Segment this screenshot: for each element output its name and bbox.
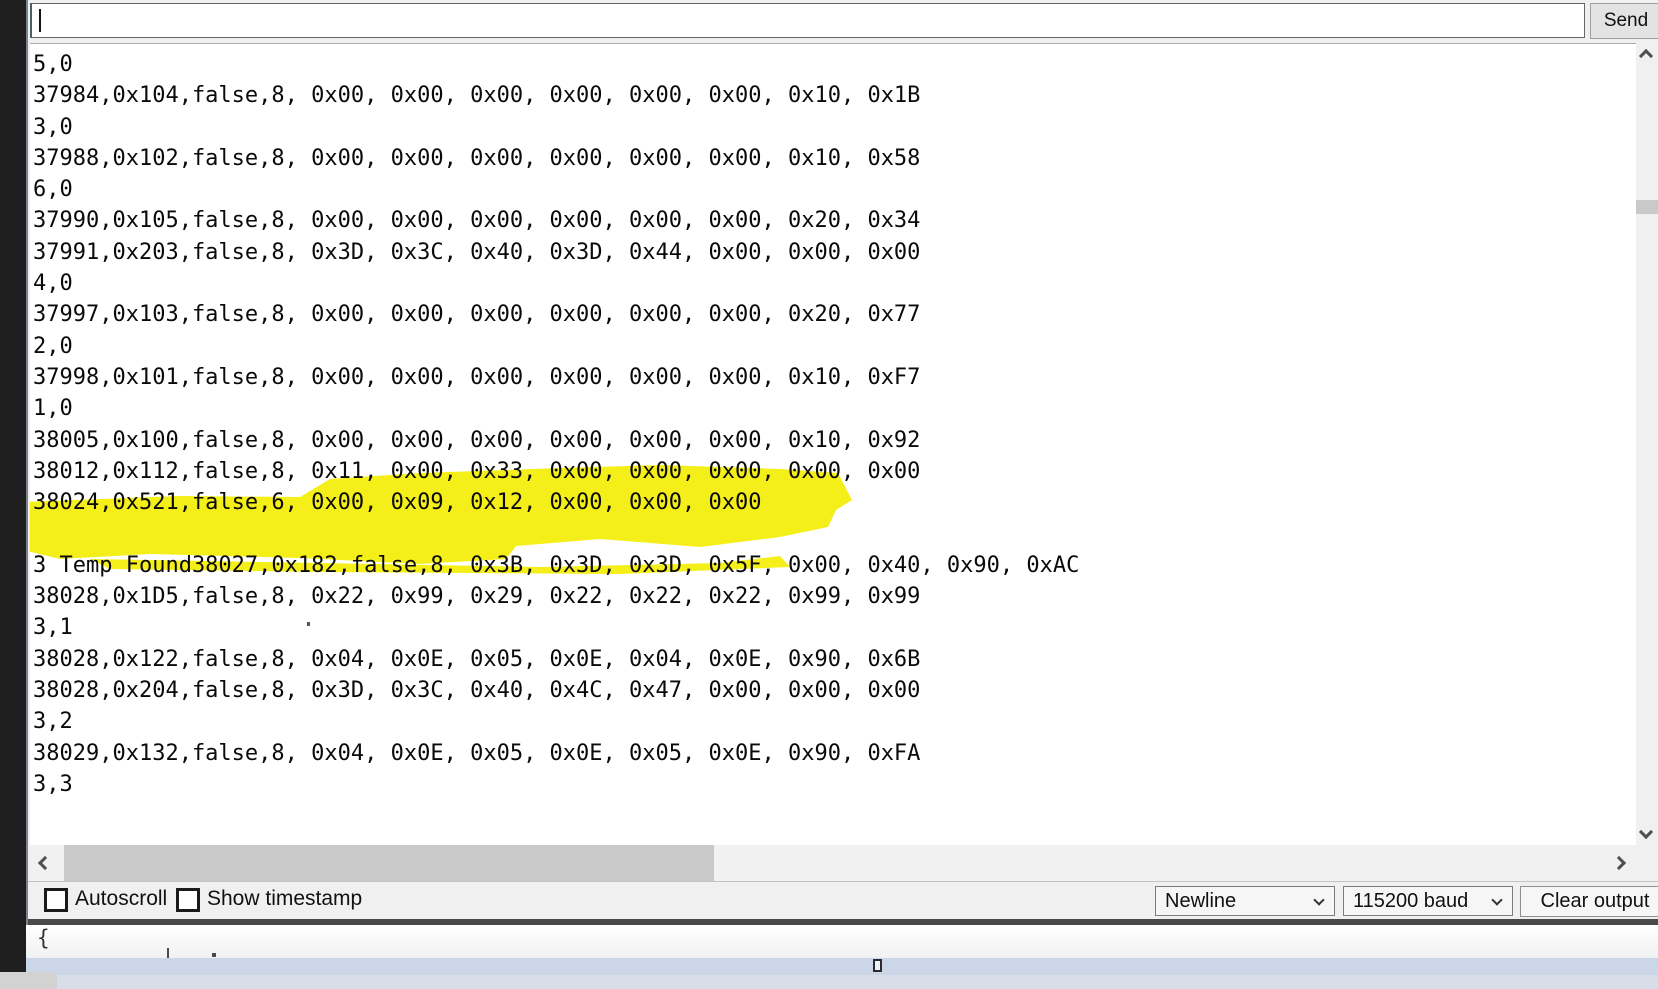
output-line: 38028,0x204,false,8, 0x3D, 0x3C, 0x40, 0… (33, 675, 1638, 706)
serial-monitor-window: Send 5,037984,0x104,false,8, 0x00, 0x00,… (26, 0, 1658, 925)
clear-output-button[interactable]: Clear output (1520, 886, 1658, 917)
autoscroll-checkbox[interactable] (44, 888, 68, 912)
options-bar: Autoscroll Show timestamp Newline 115200… (28, 881, 1658, 919)
output-line: 3,3 (33, 769, 1638, 800)
cursor-artifact (873, 959, 882, 972)
baud-rate-dropdown[interactable]: 115200 baud (1343, 886, 1513, 916)
send-row: Send (28, 0, 1658, 43)
code-editor-peek: { (26, 925, 1658, 958)
scroll-down-icon[interactable] (1639, 825, 1653, 839)
output-line: 38012,0x112,false,8, 0x11, 0x00, 0x33, 0… (33, 456, 1638, 487)
output-line: 38005,0x100,false,8, 0x00, 0x00, 0x00, 0… (33, 425, 1638, 456)
taskbar-strip-lower (57, 975, 1658, 989)
output-line: 37997,0x103,false,8, 0x00, 0x00, 0x00, 0… (33, 299, 1638, 330)
scroll-up-icon[interactable] (1639, 49, 1653, 63)
output-line: 3 Temp Found38027,0x182,false,8, 0x3B, 0… (33, 550, 1638, 581)
screen: Send 5,037984,0x104,false,8, 0x00, 0x00,… (0, 0, 1658, 989)
dot-artifact (307, 622, 310, 626)
output-line: 6,0 (33, 174, 1638, 205)
serial-output-lines: 5,037984,0x104,false,8, 0x00, 0x00, 0x00… (30, 44, 1638, 800)
output-line: 3,2 (33, 706, 1638, 737)
output-line (33, 518, 1638, 549)
scroll-right-icon[interactable] (1612, 856, 1626, 870)
taskbar-strip-upper (26, 958, 1658, 975)
output-line: 37991,0x203,false,8, 0x3D, 0x3C, 0x40, 0… (33, 237, 1638, 268)
editor-code-fragment: { (37, 926, 50, 950)
output-line: 38028,0x122,false,8, 0x04, 0x0E, 0x05, 0… (33, 644, 1638, 675)
horizontal-scrollbar[interactable] (30, 845, 1638, 881)
serial-send-input[interactable] (30, 3, 1585, 38)
serial-output-area[interactable]: 5,037984,0x104,false,8, 0x00, 0x00, 0x00… (30, 43, 1638, 845)
output-line: 5,0 (33, 49, 1638, 80)
output-line: 4,0 (33, 268, 1638, 299)
autoscroll-label: Autoscroll (75, 887, 167, 911)
ide-background-strip (0, 0, 26, 972)
output-line: 37988,0x102,false,8, 0x00, 0x00, 0x00, 0… (33, 143, 1638, 174)
vertical-scrollbar-thumb[interactable] (1636, 200, 1658, 214)
show-timestamp-checkbox[interactable] (176, 888, 200, 912)
output-line: 3,0 (33, 112, 1638, 143)
output-line-highlighted: 38024,0x521,false,6, 0x00, 0x09, 0x12, 0… (33, 487, 1638, 518)
clipped-glyph-artifact (212, 953, 216, 957)
output-line: 3,1 (33, 612, 1638, 643)
line-ending-value: Newline (1165, 890, 1236, 912)
bottom-left-corner (0, 972, 57, 989)
horizontal-scrollbar-thumb[interactable] (64, 845, 714, 881)
output-line: 37990,0x105,false,8, 0x00, 0x00, 0x00, 0… (33, 205, 1638, 236)
send-button[interactable]: Send (1590, 3, 1658, 39)
output-line: 38028,0x1D5,false,8, 0x22, 0x99, 0x29, 0… (33, 581, 1638, 612)
clipped-glyph-artifact (167, 948, 169, 958)
show-timestamp-label: Show timestamp (207, 887, 362, 911)
output-line: 1,0 (33, 393, 1638, 424)
chevron-down-icon (1491, 894, 1502, 905)
chevron-down-icon (1313, 894, 1324, 905)
scroll-left-icon[interactable] (38, 856, 52, 870)
text-caret (39, 9, 41, 32)
output-line: 38029,0x132,false,8, 0x04, 0x0E, 0x05, 0… (33, 738, 1638, 769)
line-ending-dropdown[interactable]: Newline (1155, 886, 1335, 916)
baud-rate-value: 115200 baud (1353, 890, 1468, 912)
output-line: 2,0 (33, 331, 1638, 362)
vertical-scrollbar[interactable] (1636, 43, 1658, 845)
output-line: 37984,0x104,false,8, 0x00, 0x00, 0x00, 0… (33, 80, 1638, 111)
output-line: 37998,0x101,false,8, 0x00, 0x00, 0x00, 0… (33, 362, 1638, 393)
